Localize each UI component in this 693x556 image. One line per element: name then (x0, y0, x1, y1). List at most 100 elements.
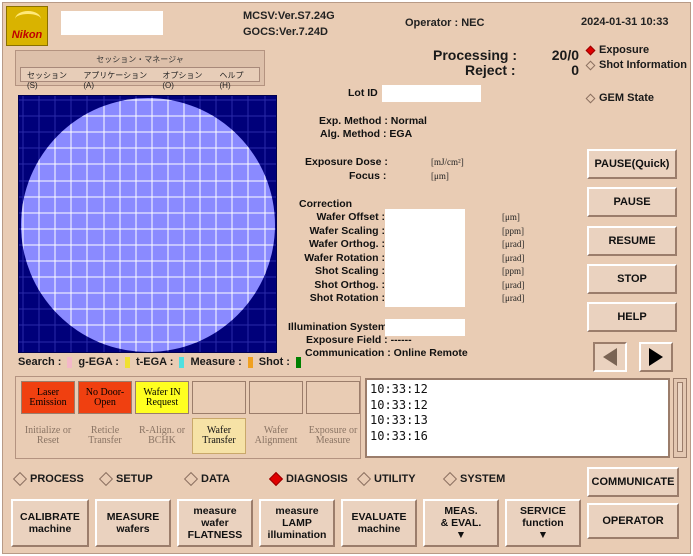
mode-system-label: SYSTEM (460, 473, 506, 485)
legend-shot: Shot : (258, 356, 290, 368)
exposure-dose-label: Exposure Dose : (305, 156, 388, 168)
action-button-line: MEASURE (106, 511, 160, 523)
session-manager: セッション・マネージャ セッション(S) アプリケーション(A) オプション(O… (15, 50, 265, 90)
mode-utility[interactable]: UTILITY (356, 471, 445, 487)
triangle-left-icon (603, 348, 617, 366)
legend-tega: t-EGA : (135, 356, 174, 368)
exposure-field: Exposure Field : ------ (306, 334, 412, 346)
status-lamp-empty (192, 381, 246, 414)
menu-application[interactable]: アプリケーション(A) (83, 70, 154, 90)
radio-gem-state-label: GEM State (599, 92, 655, 104)
action-button-line: measure (193, 505, 237, 517)
mode-system[interactable]: SYSTEM (442, 471, 525, 487)
status-lamp-empty (306, 381, 360, 414)
mode-data[interactable]: DATA (183, 471, 271, 487)
menu-help[interactable]: ヘルプ(H) (220, 70, 253, 90)
action-button-line: illumination (267, 529, 327, 541)
alg-method: Alg. Method : EGA (320, 128, 413, 140)
log-line: 10:33:12 (370, 382, 428, 396)
mode-setup-label: SETUP (116, 473, 153, 485)
wafer-disc (21, 98, 275, 352)
action-button-label: CALIBRATE machine (20, 511, 80, 535)
correction-label: Wafer Offset : (316, 211, 385, 223)
datetime: 2024-01-31 10:33 (581, 16, 669, 28)
action-button[interactable]: MEASURE wafers (95, 499, 171, 547)
radio-unselected-icon (585, 60, 596, 70)
action-button[interactable]: measure wafer FLATNESS (177, 499, 253, 547)
status-lamps-top: Laser Emission No Door-Open Wafer IN Reque… (21, 381, 360, 414)
lot-id-field (382, 85, 481, 102)
action-button[interactable]: EVALUATE machine (341, 499, 417, 547)
log-line: 10:33:12 (370, 397, 428, 412)
action-button-line: function (522, 517, 564, 529)
action-button-line: wafers (116, 523, 150, 535)
correction-label: Shot Scaling : (314, 265, 385, 277)
radio-unselected-icon (442, 471, 458, 487)
mode-process[interactable]: PROCESS (12, 471, 101, 487)
help-button[interactable]: HELP (587, 302, 677, 332)
action-button-line: FLATNESS (187, 529, 243, 541)
radio-selected-icon (268, 471, 284, 487)
correction-values-box (385, 209, 465, 307)
triangle-right-icon (649, 348, 663, 366)
main-window: Nikon MCSV:Ver.S7.24G GOCS:Ver.7.24D Ope… (2, 2, 691, 554)
log-line: 10:33:13 (370, 413, 428, 427)
log-scrollbar[interactable] (673, 378, 687, 458)
processing-label: Processing : (433, 47, 518, 63)
correction-unit: [μrad] (502, 252, 525, 263)
correction-label: Wafer Orthog. : (308, 238, 385, 250)
action-button-line: wafer (201, 517, 229, 529)
radio-shot-information[interactable]: Shot Information (585, 59, 687, 71)
event-log[interactable]: 10:33:12 10:33:12 10:33:13 10:33:16 (365, 378, 670, 458)
sequence-step: Wafer Alignment (254, 425, 298, 446)
resume-button[interactable]: RESUME (587, 226, 677, 256)
sequence-step: Wafer Transfer (192, 418, 246, 454)
stop-button[interactable]: STOP (587, 264, 677, 294)
radio-shot-information-label: Shot Information (599, 59, 687, 71)
log-scrollbar-thumb[interactable] (677, 382, 683, 452)
action-button[interactable]: measure LAMP illumination (259, 499, 335, 547)
status-lamp-empty (249, 381, 303, 414)
processing-row: Processing : 20/0 (433, 47, 583, 63)
action-button-line: LAMP (282, 517, 312, 529)
action-button-line: & EVAL. (440, 517, 482, 529)
legend-swatch-shot (247, 356, 253, 368)
radio-exposure[interactable]: Exposure (585, 44, 687, 56)
next-page-button[interactable] (639, 342, 673, 372)
bottom-action-bar: CALIBRATE machine MEASURE wafers measure wafe… (11, 499, 581, 547)
action-button-line: CALIBRATE (20, 511, 80, 523)
correction-unit: [ppm] (502, 225, 524, 236)
wafer-legend: Search : g-EGA : t-EGA : Measure : Shot … (18, 356, 304, 368)
correction-unit: [μm] (502, 212, 520, 222)
action-button-line: SERVICE (520, 505, 566, 517)
operator-button[interactable]: OPERATOR (587, 503, 679, 539)
radio-gem-state[interactable]: GEM State (585, 92, 687, 104)
mode-setup[interactable]: SETUP (98, 471, 186, 487)
radio-exposure-label: Exposure (599, 44, 650, 56)
legend-gega: g-EGA : (78, 356, 119, 368)
action-button[interactable]: MEAS. & EVAL. ▼ (423, 499, 499, 547)
action-button-line: measure (275, 505, 319, 517)
correction-unit: [ppm] (502, 266, 524, 276)
radio-unselected-icon (98, 471, 114, 487)
log-line: 10:33:16 (370, 428, 428, 443)
mode-diagnosis[interactable]: DIAGNOSIS (268, 471, 359, 487)
correction-label: Wafer Rotation : (304, 251, 385, 264)
action-button[interactable]: SERVICE function ▼ (505, 499, 581, 547)
radio-unselected-icon (585, 93, 596, 103)
prev-page-button[interactable] (593, 342, 627, 372)
mcsv-version: MCSV:Ver.S7.24G (243, 10, 335, 22)
session-manager-menubar: セッション(S) アプリケーション(A) オプション(O) ヘルプ(H) (20, 67, 260, 90)
communicate-button[interactable]: COMMUNICATE (587, 467, 679, 497)
pause-quick-button[interactable]: PAUSE(Quick) (587, 149, 677, 179)
action-button[interactable]: CALIBRATE machine (11, 499, 89, 547)
status-lamp: No Door-Open (78, 381, 132, 414)
correction-unit: [μrad] (502, 293, 525, 303)
menu-option[interactable]: オプション(O) (162, 70, 211, 90)
wafer-map[interactable] (18, 95, 277, 353)
menu-session[interactable]: セッション(S) (27, 70, 75, 90)
focus-unit: [μm] (431, 171, 449, 181)
pause-button[interactable]: PAUSE (587, 187, 677, 217)
lot-id-label: Lot ID (348, 87, 378, 99)
action-button-label: MEAS. & EVAL. ▼ (441, 505, 482, 541)
